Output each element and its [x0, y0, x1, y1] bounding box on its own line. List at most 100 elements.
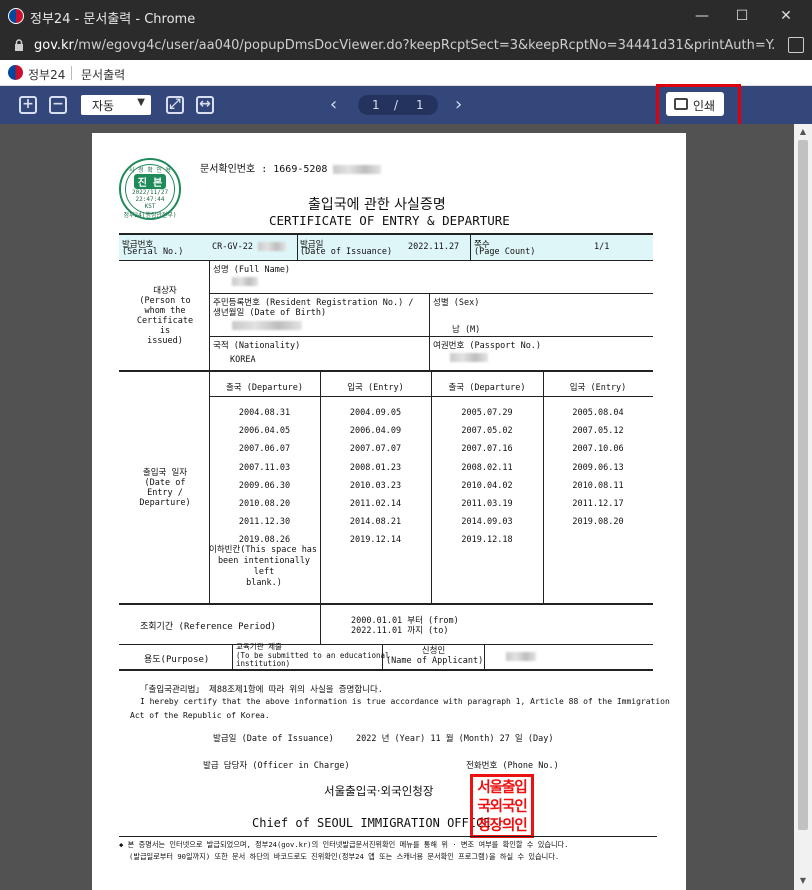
serial-label-en: (Serial No.) — [122, 247, 184, 257]
seal-date: 2022/11/27 — [131, 189, 169, 196]
zoom-in-button[interactable]: + — [19, 96, 37, 114]
subject-label-line: is — [159, 326, 171, 336]
record-date-cell: 2019.12.18 — [461, 535, 513, 546]
issued-on-label: 발급일 (Date of Issuance) — [213, 734, 334, 744]
record-date-cell: 2004.09.05 — [349, 408, 402, 418]
record-date-cell: 2007.05.02 — [461, 426, 513, 437]
records-label-line: (Date of — [144, 478, 186, 488]
scrollbar-thumb[interactable] — [798, 140, 808, 830]
issue-date-label-en: (Date of Issuance) — [300, 247, 393, 257]
divider — [209, 336, 653, 337]
applicant-label: 신청인 (Name of Applicant) — [386, 646, 484, 666]
maximize-button[interactable]: ☐ — [720, 0, 764, 32]
scroll-up-arrow-icon[interactable]: ▲ — [798, 127, 808, 136]
close-button[interactable]: ✕ — [764, 0, 808, 32]
record-date-cell: 2014.09.03 — [461, 517, 513, 528]
page-count-value: 1/1 — [594, 242, 610, 252]
record-date-cell: 2010.08.20 — [238, 499, 291, 509]
purpose-label: 용도(Purpose) — [144, 655, 210, 665]
records-label-line: Departure) — [139, 498, 191, 508]
record-date-cell: 2011.02.14 — [349, 499, 402, 509]
stamp-line: 청장의인 — [477, 818, 527, 834]
record-date-cell: 2019.08.26 — [238, 535, 291, 546]
lock-icon — [15, 39, 23, 51]
fit-page-button[interactable]: ⤢ — [166, 96, 184, 114]
records-label-line: Entry / — [147, 488, 183, 498]
applicant-label-ko: 신청인 — [421, 646, 446, 656]
page-count-label-en: (Page Count) — [474, 247, 536, 257]
sex-label: 성별 (Sex) — [433, 298, 480, 308]
url-text[interactable]: gov.kr/mw/egovg4c/user/aa040/popupDmsDoc… — [34, 38, 774, 53]
divider — [209, 293, 653, 294]
record-date-cell: 2009.06.30 — [238, 480, 291, 491]
issue-date-value: 2022.11.27 — [408, 242, 460, 252]
official-red-stamp: 서울출입 국외국인 청장의인 — [470, 774, 534, 838]
divider — [119, 603, 653, 605]
minimize-button[interactable]: — — [680, 0, 724, 32]
table-top-rule — [119, 233, 653, 235]
footnote-line-2: (발급일로부터 90일까지) 또한 문서 하단의 바코드로도 진위확인(정부24… — [129, 852, 560, 861]
record-date-cell: 2007.06.07 — [238, 444, 291, 455]
page-separator: / — [394, 98, 399, 112]
record-date-cell: 2006.04.05 — [238, 426, 291, 437]
certification-en-2: Act of the Republic of Korea. — [130, 711, 270, 720]
record-date-cell: 2007.10.06 — [572, 444, 624, 455]
col-header-departure-2: 출국 (Departure) — [448, 383, 526, 393]
divider — [119, 370, 653, 372]
serial-value: CR-GV-22 — [212, 242, 287, 252]
record-date-cell: 2007.11.03 — [238, 462, 291, 473]
url-path: /mw/egovg4c/user/aa040/popupDmsDocViewer… — [73, 38, 774, 53]
divider — [484, 644, 485, 669]
record-date-cell: 2019.12.14 — [349, 535, 402, 546]
title-english: CERTIFICATE OF ENTRY & DEPARTURE — [269, 213, 510, 228]
office-name-ko: 서울출입국·외국인청장 — [324, 784, 434, 798]
next-page-button[interactable]: › — [455, 94, 462, 115]
divider — [209, 260, 210, 370]
footnote: ◆ 본 증명서는 인터넷으로 발급되었으며, 정부24(gov.kr)의 인터넷… — [119, 836, 657, 862]
issued-on-value: 2022 년 (Year) 11 월 (Month) 27 일 (Day) — [356, 734, 554, 744]
record-date-cell: 2008.01.23 — [349, 462, 402, 473]
prev-page-button[interactable]: ‹ — [330, 94, 337, 115]
record-date-cell: 2010.04.02 — [461, 480, 513, 491]
col-header-entry-1: 입국 (Entry) — [347, 383, 404, 393]
sex-value: 남 (M) — [452, 325, 481, 335]
install-app-icon[interactable] — [788, 37, 804, 53]
current-page-input[interactable]: 1 — [372, 98, 380, 112]
record-date-cell: 2008.02.11 — [461, 462, 513, 473]
seal-time: 22:47:44 — [135, 196, 165, 203]
doc-number-label: 문서확인번호 : 1669-5208 — [200, 164, 328, 175]
record-date-cell: 2011.12.30 — [238, 517, 291, 528]
records-label: 출입국 일자 (Date of Entry / Departure) — [129, 468, 201, 508]
scroll-down-arrow-icon[interactable]: ▼ — [798, 876, 808, 885]
seal-top-text: 시 청 확 인 용 — [128, 167, 172, 174]
office-name-en: Chief of SEOUL IMMIGRATION OFFICE — [252, 816, 491, 830]
record-date-cell: 2006.04.09 — [349, 426, 402, 437]
zoom-select-value: 자동 — [92, 99, 115, 113]
zoom-out-button[interactable]: − — [49, 96, 67, 114]
serial-number-prefix: CR-GV-22 — [212, 242, 253, 252]
url-domain: gov.kr — [34, 38, 74, 53]
divider — [382, 644, 383, 669]
blank-note-line: blank.) — [246, 578, 282, 588]
subject-label-line: Certificate — [136, 316, 194, 326]
record-date-cell: 2007.07.07 — [349, 444, 402, 455]
divider — [470, 234, 471, 260]
window-titlebar: 정부24 - 문서출력 - Chrome — ☐ ✕ — [0, 0, 812, 32]
address-bar[interactable]: gov.kr/mw/egovg4c/user/aa040/popupDmsDoc… — [0, 32, 812, 60]
applicant-label-en: (Name of Applicant) — [386, 656, 484, 666]
officer-label: 발급 담당자 (Officer in Charge) — [203, 761, 350, 771]
reference-period-label: 조회기간 (Reference Period) — [140, 622, 277, 632]
redacted-serial — [258, 242, 287, 251]
redacted-applicant — [506, 652, 536, 662]
fit-width-button[interactable]: ↔ — [196, 96, 214, 114]
divider — [429, 293, 430, 370]
footnote-line-1: ◆ 본 증명서는 인터넷으로 발급되었으며, 정부24(gov.kr)의 인터넷… — [119, 840, 569, 849]
brand-name: 정부24 — [28, 68, 66, 82]
header-divider — [71, 66, 72, 80]
zoom-select[interactable]: 자동 ▼ — [81, 95, 151, 115]
record-date-cell: 2011.12.17 — [572, 499, 624, 509]
blank-note: 이하빈칸(This space has been intentionally l… — [209, 545, 319, 589]
nationality-value: KOREA — [230, 355, 256, 365]
certification-en-1: I hereby certify that the above informat… — [140, 697, 670, 706]
record-date-cell: 2011.03.19 — [461, 499, 513, 509]
